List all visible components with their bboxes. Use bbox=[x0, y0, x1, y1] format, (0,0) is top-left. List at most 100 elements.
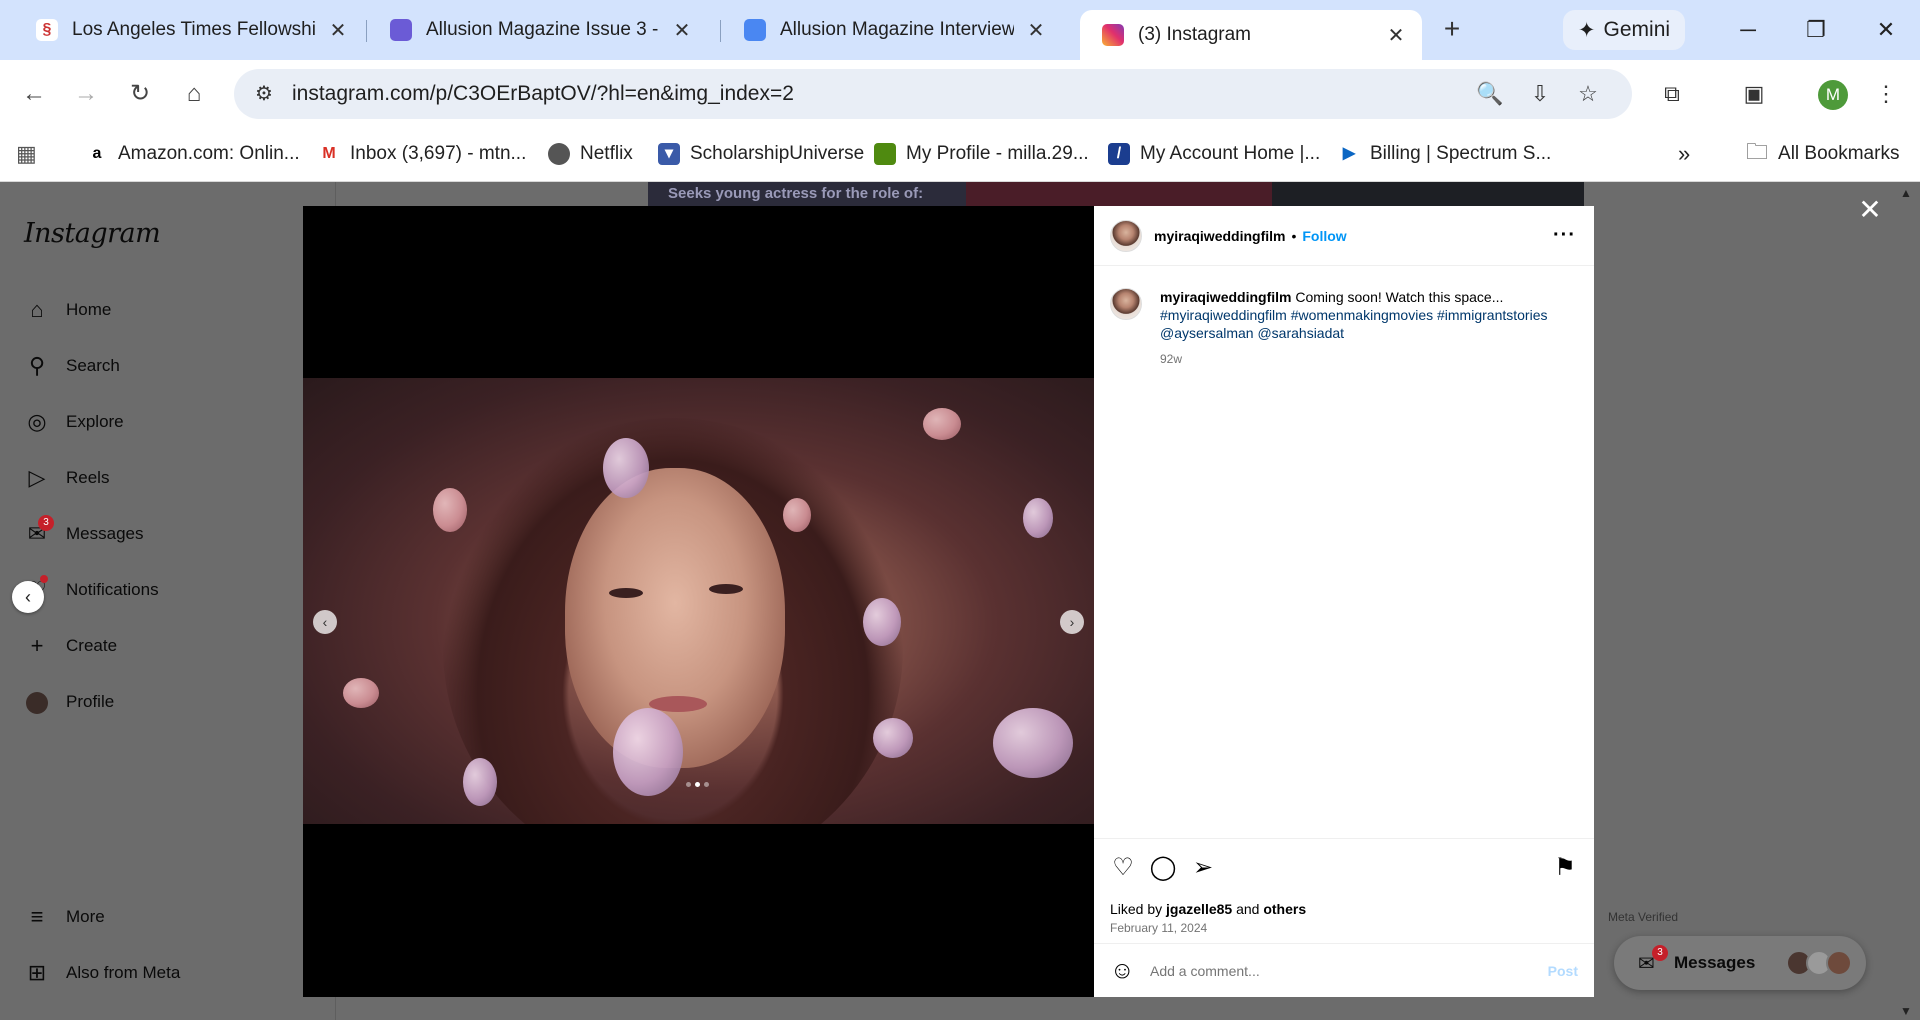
save-bookmark-icon[interactable]: ⚑ bbox=[1550, 853, 1580, 883]
gemini-label: Gemini bbox=[1603, 18, 1671, 41]
tab-allusion-interview[interactable]: Allusion Magazine Interview wi ✕ bbox=[722, 10, 1062, 50]
nav-home[interactable]: ⌂ Home bbox=[24, 293, 111, 327]
avatar[interactable] bbox=[1110, 288, 1142, 320]
bookmark-amazon[interactable]: a Amazon.com: Onlin... bbox=[86, 138, 300, 170]
background-banner-text: Seeks young actress for the role of: bbox=[668, 185, 924, 202]
tab-la-times[interactable]: § Los Angeles Times Fellowship A ✕ bbox=[14, 10, 364, 50]
bookmark-netflix[interactable]: Netflix bbox=[548, 138, 633, 170]
instagram-page: Instagram ⌂ Home ⚲ Search ◎ Explore ▷ Re… bbox=[0, 182, 1920, 1020]
tab-allusion-issue[interactable]: Allusion Magazine Issue 3 - Ma ✕ bbox=[368, 10, 708, 50]
tab-close-icon[interactable]: ✕ bbox=[670, 18, 694, 43]
post-comment-button[interactable]: Post bbox=[1548, 963, 1578, 979]
nav-label: Reels bbox=[66, 468, 110, 487]
address-bar[interactable]: ⚙ instagram.com/p/C3OErBaptOV/?hl=en&img… bbox=[234, 69, 1632, 119]
chrome-menu-icon[interactable]: ⋮ bbox=[1868, 76, 1904, 112]
scroll-down-arrow[interactable]: ▼ bbox=[1900, 1004, 1912, 1018]
scroll-up-arrow[interactable]: ▲ bbox=[1900, 186, 1912, 200]
browser-toolbar: ← → ↻ ⌂ ⚙ instagram.com/p/C3OErBaptOV/?h… bbox=[0, 60, 1920, 128]
instagram-logo[interactable]: Instagram bbox=[24, 218, 161, 249]
petal bbox=[1023, 498, 1053, 538]
nav-more[interactable]: ≡ More bbox=[24, 900, 105, 934]
profile-avatar[interactable]: M bbox=[1818, 80, 1848, 110]
bookmark-label: Inbox (3,697) - mtn... bbox=[350, 143, 527, 164]
bookmark-label: Amazon.com: Onlin... bbox=[118, 143, 300, 164]
site-info-icon[interactable]: ⚙ bbox=[242, 76, 286, 112]
caption-mentions[interactable]: @aysersalman @sarahsiadat bbox=[1160, 324, 1547, 342]
bookmark-my-profile[interactable]: My Profile - milla.29... bbox=[874, 138, 1089, 170]
minimize-button[interactable]: ─ bbox=[1728, 12, 1768, 48]
avatar[interactable] bbox=[1110, 219, 1142, 252]
comment-bar: ☺ Post bbox=[1094, 943, 1594, 998]
nav-messages[interactable]: ✉ 3 Messages bbox=[24, 515, 143, 551]
liked-by-others[interactable]: others bbox=[1263, 901, 1306, 917]
post-date[interactable]: February 11, 2024 bbox=[1110, 921, 1207, 935]
restore-button[interactable]: ❐ bbox=[1796, 12, 1836, 48]
bookmarks-overflow-icon[interactable]: » bbox=[1678, 138, 1690, 170]
install-app-icon[interactable]: ⇩ bbox=[1522, 78, 1558, 110]
close-modal-button[interactable]: ✕ bbox=[1856, 196, 1884, 224]
tab-instagram[interactable]: (3) Instagram ✕ bbox=[1080, 10, 1422, 60]
post-photo[interactable] bbox=[303, 378, 1094, 824]
tab-close-icon[interactable]: ✕ bbox=[1024, 18, 1048, 43]
caption-username[interactable]: myiraqiweddingfilm bbox=[1160, 289, 1291, 305]
sidebar-collapse-button[interactable]: ‹ bbox=[12, 581, 44, 613]
emoji-icon[interactable]: ☺ bbox=[1110, 957, 1138, 985]
extensions-icon[interactable]: ⧉ bbox=[1654, 76, 1690, 112]
follow-button[interactable]: Follow bbox=[1302, 228, 1346, 244]
home-button[interactable]: ⌂ bbox=[174, 74, 214, 114]
like-heart-icon[interactable]: ♡ bbox=[1108, 853, 1138, 883]
bookmark-scholarship[interactable]: ▾ ScholarshipUniverse bbox=[658, 138, 864, 170]
share-icon[interactable]: ➢ bbox=[1188, 853, 1218, 883]
close-window-button[interactable]: ✕ bbox=[1866, 12, 1906, 48]
nav-notifications[interactable]: ♡ Notifications bbox=[24, 573, 159, 607]
post-age[interactable]: 92w bbox=[1160, 350, 1547, 368]
more-options-icon[interactable]: ··· bbox=[1553, 224, 1576, 247]
tab-separator bbox=[366, 20, 367, 42]
liked-by-user[interactable]: jgazelle85 bbox=[1166, 901, 1232, 917]
nav-create[interactable]: + Create bbox=[24, 629, 117, 663]
reload-button[interactable]: ↻ bbox=[120, 74, 160, 114]
back-button[interactable]: ← bbox=[14, 74, 54, 114]
messages-pill[interactable]: ✉ 3 Messages bbox=[1614, 936, 1866, 990]
nav-search[interactable]: ⚲ Search bbox=[24, 349, 120, 383]
tab-title: Allusion Magazine Interview wi bbox=[780, 19, 1014, 40]
carousel-next-button[interactable]: › bbox=[1060, 610, 1084, 634]
side-panel-search-icon[interactable]: ▣ bbox=[1736, 76, 1772, 112]
comment-icon[interactable]: ◯ bbox=[1148, 853, 1178, 883]
new-tab-button[interactable]: + bbox=[1436, 14, 1468, 46]
all-bookmarks[interactable]: 🗀 All Bookmarks bbox=[1746, 138, 1899, 170]
bookmark-spectrum[interactable]: ▶ Billing | Spectrum S... bbox=[1338, 138, 1551, 170]
liked-by: Liked by jgazelle85 and others bbox=[1110, 901, 1306, 917]
bookmark-gmail[interactable]: M Inbox (3,697) - mtn... bbox=[318, 138, 526, 170]
bookmark-label: ScholarshipUniverse bbox=[690, 143, 865, 164]
meta-verified-label[interactable]: Meta Verified bbox=[1608, 910, 1678, 924]
bookmark-star-icon[interactable]: ☆ bbox=[1570, 78, 1606, 110]
bookmark-label: My Account Home |... bbox=[1140, 143, 1321, 164]
post-username[interactable]: myiraqiweddingfilm bbox=[1154, 228, 1285, 244]
liked-by-prefix: Liked by bbox=[1110, 901, 1163, 917]
nav-label: Explore bbox=[66, 412, 124, 431]
tab-close-icon[interactable]: ✕ bbox=[1384, 23, 1408, 48]
nav-profile[interactable]: Profile bbox=[24, 685, 114, 719]
zoom-icon[interactable]: 🔍 bbox=[1472, 78, 1508, 110]
photo-eye bbox=[609, 588, 643, 598]
forward-button[interactable]: → bbox=[66, 74, 106, 114]
tab-close-icon[interactable]: ✕ bbox=[326, 18, 350, 43]
bookmark-account[interactable]: / My Account Home |... bbox=[1108, 138, 1320, 170]
url-text[interactable]: instagram.com/p/C3OErBaptOV/?hl=en&img_i… bbox=[292, 82, 1632, 106]
comment-input[interactable] bbox=[1150, 963, 1548, 979]
post-caption: myiraqiweddingfilm Coming soon! Watch th… bbox=[1110, 288, 1578, 368]
separator-dot: • bbox=[1291, 227, 1297, 244]
photo-eye bbox=[709, 584, 743, 594]
gemini-button[interactable]: ✦ Gemini bbox=[1563, 10, 1685, 50]
caption-hashtags[interactable]: #myiraqiweddingfilm #womenmakingmovies #… bbox=[1160, 306, 1547, 324]
nav-reels[interactable]: ▷ Reels bbox=[24, 461, 110, 495]
nav-also-from-meta[interactable]: ⊞ Also from Meta bbox=[24, 956, 181, 990]
nav-explore[interactable]: ◎ Explore bbox=[24, 405, 124, 439]
carousel-prev-button[interactable]: ‹ bbox=[313, 610, 337, 634]
reels-icon: ▷ bbox=[28, 465, 46, 490]
petal bbox=[613, 708, 683, 796]
apps-grid-icon[interactable]: ▦ bbox=[16, 138, 37, 170]
tab-strip: § Los Angeles Times Fellowship A ✕ Allus… bbox=[0, 0, 1920, 60]
message-avatars bbox=[1786, 950, 1852, 976]
